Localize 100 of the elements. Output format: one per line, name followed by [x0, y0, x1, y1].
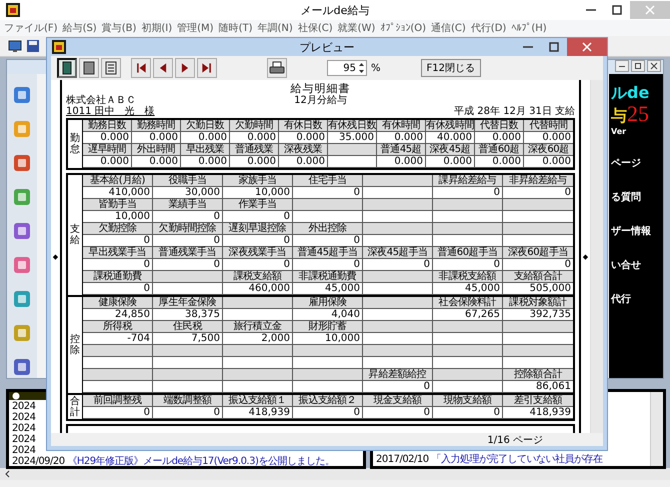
close-icon	[650, 62, 658, 70]
column-header: 遅早時間	[83, 144, 132, 156]
panel-link[interactable]: る質問	[611, 190, 641, 204]
print-button[interactable]	[267, 58, 287, 78]
empty-table-cell	[223, 381, 293, 393]
column-header: 深夜45超手当	[363, 247, 433, 259]
document-title: 給与明細書	[290, 83, 352, 95]
table-cell: 86,061	[503, 381, 573, 393]
scrollbar[interactable]	[0, 468, 670, 480]
menu-tile-icon[interactable]	[13, 256, 31, 274]
logo-text: ルde	[611, 84, 650, 102]
column-header: 普通残業手当	[153, 247, 223, 259]
table-cell: 0	[83, 407, 153, 419]
panel-link[interactable]: 代行	[611, 292, 631, 306]
scroll-left-icon[interactable]	[4, 470, 12, 478]
menu-item[interactable]: 就業(W)	[336, 21, 378, 35]
minimize-icon	[586, 9, 596, 11]
menu-tile-icon[interactable]	[13, 154, 31, 172]
menu-tile-icon[interactable]	[13, 222, 31, 240]
menu-item[interactable]: 通信(C)	[429, 21, 468, 35]
menu-item[interactable]: ｵﾌﾟｼｮﾝ(O)	[378, 22, 428, 34]
monitor-icon[interactable]	[8, 39, 22, 53]
menu-item[interactable]: 代行(D)	[468, 21, 508, 35]
menu-tile-icon[interactable]	[13, 324, 31, 342]
column-header: 勤務日数	[83, 120, 132, 132]
save-icon[interactable]	[26, 39, 40, 53]
menu-item[interactable]: 給与(S)	[60, 21, 99, 35]
first-page-button[interactable]	[131, 58, 151, 78]
employee-name: 1011 田中 光 様	[66, 106, 155, 118]
section-label: 勤怠	[70, 133, 80, 155]
spin-icon[interactable]	[358, 61, 365, 75]
empty-table-cell	[153, 283, 223, 295]
window-title: メールde給与	[300, 2, 370, 18]
column-header: 雇用保険	[293, 297, 363, 309]
column-header: 振込支給額１	[223, 395, 293, 407]
view-mode-button[interactable]	[101, 58, 121, 78]
table-cell: 0	[433, 407, 503, 419]
table-cell: 0.000	[230, 156, 279, 168]
panel-link[interactable]: ページ	[611, 156, 641, 170]
window-title: プレビュー	[300, 40, 354, 54]
page-counter: 1/16 ページ	[487, 434, 543, 446]
table-cell: 418,939	[223, 407, 293, 419]
column-header: 振込支給額２	[293, 395, 363, 407]
close-icon	[645, 5, 655, 15]
logo-text: 与	[611, 106, 627, 127]
column-header: 普通45超	[377, 144, 426, 156]
menu-tile-icon[interactable]	[13, 358, 31, 376]
scrollbar[interactable]	[590, 80, 603, 433]
menu-item[interactable]: 年調(N)	[256, 21, 295, 35]
app-logo-icon	[6, 3, 20, 17]
menu-item[interactable]: 初期(I)	[139, 21, 174, 35]
close-button[interactable]	[647, 60, 661, 72]
info-icon	[12, 392, 20, 400]
close-button[interactable]	[567, 38, 607, 56]
column-header: 所得税	[83, 321, 153, 333]
close-preview-button[interactable]: F12閉じる	[420, 59, 481, 77]
column-header: 皆勤手当	[83, 199, 153, 211]
table-cell: 0.000	[426, 156, 475, 168]
view-mode-button[interactable]	[57, 58, 77, 78]
restore-button[interactable]	[631, 60, 645, 72]
column-header: 深夜60超手当	[503, 247, 573, 259]
menu-item[interactable]: 随時(T)	[216, 21, 255, 35]
news-link[interactable]: 「入力処理が完了していない社員が存在	[431, 454, 602, 465]
column-header: 課税支給額	[223, 271, 293, 283]
panel-link[interactable]: ザー情報	[611, 224, 651, 238]
menu-item[interactable]: ファイル(F)	[2, 21, 60, 35]
menu-tile-icon[interactable]	[13, 120, 31, 138]
column-header: 課昇給差給与	[433, 175, 503, 187]
menu-tile-icon[interactable]	[13, 188, 31, 206]
section-label: 支給	[70, 224, 80, 246]
menu-item[interactable]: ﾍﾙﾌﾟ(H)	[509, 22, 549, 34]
menu-tile-icon[interactable]	[13, 290, 31, 308]
column-header: 非課税通勤費	[293, 271, 363, 283]
news-date: 2024/09/20	[12, 456, 65, 467]
column-header: 課税通勤費	[83, 271, 153, 283]
last-page-button[interactable]	[197, 58, 217, 78]
column-header: 現物支給額	[433, 395, 503, 407]
next-page-button[interactable]	[175, 58, 195, 78]
column-header: 前回調整残	[83, 395, 153, 407]
empty-table-cell	[328, 156, 377, 168]
column-header: 業績手当	[153, 199, 223, 211]
menu-item[interactable]: 管理(M)	[175, 21, 216, 35]
column-header: 有休残時間	[426, 120, 475, 132]
news-link[interactable]: 《H29年修正版》メールde給与17(Ver9.0.3)を公開しました。	[67, 456, 334, 467]
menu-item[interactable]: 社保(C)	[296, 21, 335, 35]
printer-icon	[269, 61, 285, 75]
column-header: 欠勤控除	[83, 223, 153, 235]
minimize-button[interactable]	[615, 60, 629, 72]
column-header: 早出残業	[181, 144, 230, 156]
prev-page-button[interactable]	[153, 58, 173, 78]
menu-tile-icon[interactable]	[13, 86, 31, 104]
column-header: 早出残業手当	[83, 247, 153, 259]
scrollbar[interactable]	[650, 392, 663, 466]
column-header: 課税対象額計	[503, 297, 573, 309]
menu-item[interactable]: 賞与(B)	[100, 21, 138, 35]
view-mode-button[interactable]	[79, 58, 99, 78]
zoom-field[interactable]: 95	[327, 60, 367, 76]
table-cell: 0.000	[132, 156, 181, 168]
empty-table-cell	[433, 381, 503, 393]
panel-link[interactable]: い合せ	[611, 258, 641, 272]
